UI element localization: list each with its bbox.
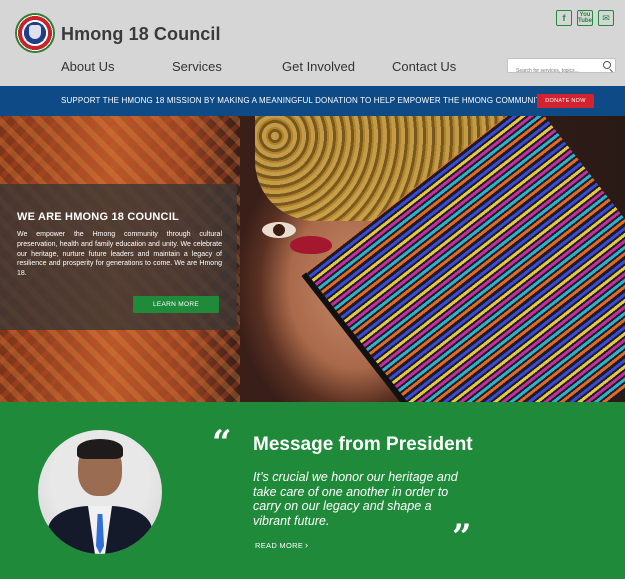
nav-about-us[interactable]: About Us — [61, 59, 114, 74]
council-logo[interactable] — [15, 13, 55, 53]
chevron-right-icon[interactable]: › — [305, 540, 308, 550]
portrait-hair — [77, 439, 123, 459]
email-icon[interactable]: ✉ — [598, 10, 614, 26]
nav-services[interactable]: Services — [172, 59, 222, 74]
president-title: Message from President — [253, 434, 473, 455]
hero-body: We empower the Hmong community through c… — [17, 231, 222, 278]
hero-eye-left — [262, 222, 296, 238]
donation-banner: SUPPORT THE HMONG 18 MISSION BY MAKING A… — [0, 86, 625, 116]
learn-more-button[interactable]: LEARN MORE — [133, 296, 219, 313]
read-more-link[interactable]: READ MORE — [255, 541, 303, 550]
close-quote-icon: ” — [452, 517, 472, 557]
open-quote-icon: “ — [212, 423, 232, 463]
donate-button[interactable]: DONATE NOW — [537, 94, 594, 108]
search-icon[interactable] — [603, 61, 611, 69]
nav-get-involved[interactable]: Get Involved — [282, 59, 355, 74]
search-box — [507, 58, 616, 78]
facebook-icon[interactable]: f — [556, 10, 572, 26]
site-brand[interactable]: Hmong 18 Council — [61, 24, 221, 45]
youtube-icon[interactable]: You Tube — [577, 10, 593, 26]
hero-lips — [290, 236, 332, 254]
hero-title: WE ARE HMONG 18 COUNCIL — [17, 211, 179, 223]
president-portrait — [38, 430, 162, 554]
nav-contact-us[interactable]: Contact Us — [392, 59, 456, 74]
banner-text: SUPPORT THE HMONG 18 MISSION BY MAKING A… — [61, 96, 547, 105]
search-input[interactable] — [508, 64, 598, 78]
president-quote: It’s crucial we honor our heritage and t… — [253, 470, 458, 528]
